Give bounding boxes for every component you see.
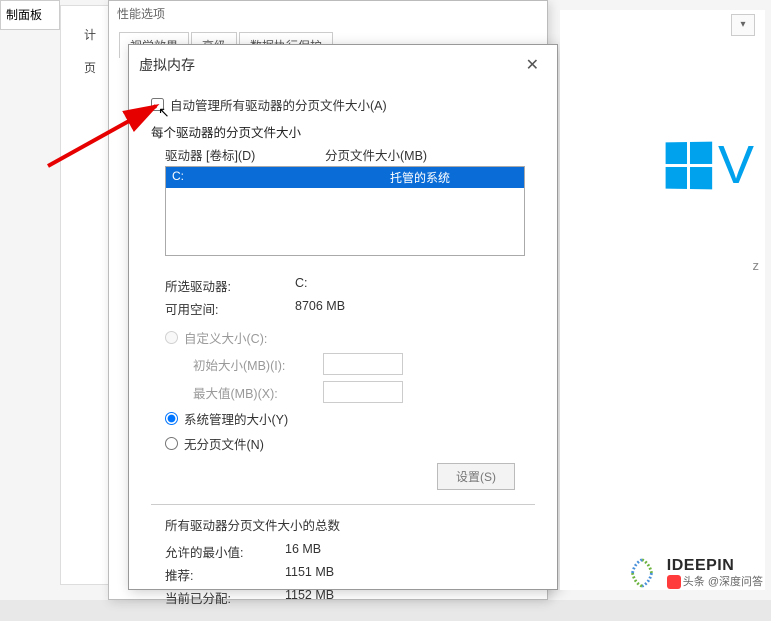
custom-size-label: 自定义大小(C): [184, 328, 267, 347]
col-size-header: 分页文件大小(MB) [325, 145, 427, 164]
watermark: IDEEPIN 头条 @深度问答 [623, 554, 763, 592]
drive-listbox[interactable]: C: 托管的系统 [165, 166, 525, 256]
set-button[interactable]: 设置(S) [437, 463, 515, 490]
system-managed-radio[interactable] [165, 412, 178, 425]
virtual-memory-dialog: 虚拟内存 ✕ 自动管理所有驱动器的分页文件大小(A) ↖ 每个驱动器的分页文件大… [128, 44, 558, 590]
z-mark: z [753, 258, 760, 273]
selected-drive-value: C: [295, 276, 308, 295]
max-size-input[interactable] [323, 381, 403, 403]
right-background: ▾ V z [560, 10, 765, 590]
divider [151, 504, 535, 505]
windows-logo: V [665, 125, 771, 205]
drive-row-selected[interactable]: C: 托管的系统 [166, 167, 524, 188]
min-label: 允许的最小值: [165, 542, 285, 561]
toutiao-icon [667, 575, 681, 589]
cur-value: 1152 MB [285, 588, 334, 607]
selected-drive-label: 所选驱动器: [165, 276, 295, 295]
max-size-label: 最大值(MB)(X): [193, 383, 323, 402]
available-space-label: 可用空间: [165, 299, 295, 318]
initial-size-input[interactable] [323, 353, 403, 375]
dialog-title: 虚拟内存 [139, 55, 195, 75]
rec-value: 1151 MB [285, 565, 334, 584]
bg-dialog-header: 性能选项 [109, 1, 547, 26]
system-managed-label: 系统管理的大小(Y) [184, 409, 288, 428]
dropdown-icon[interactable]: ▾ [731, 14, 755, 36]
min-value: 16 MB [285, 542, 321, 561]
cur-label: 当前已分配: [165, 588, 285, 607]
section-label: 每个驱动器的分页文件大小 [151, 122, 535, 141]
totals-title: 所有驱动器分页文件大小的总数 [165, 515, 535, 534]
drive-letter: C: [172, 169, 322, 186]
drive-status: 托管的系统 [322, 169, 518, 186]
watermark-sub: 头条 @深度问答 [667, 575, 763, 589]
windows-v: V [718, 134, 754, 196]
close-icon[interactable]: ✕ [518, 53, 547, 77]
auto-manage-label: 自动管理所有驱动器的分页文件大小(A) [170, 95, 387, 114]
available-space-value: 8706 MB [295, 299, 345, 318]
watermark-brand: IDEEPIN [667, 557, 763, 575]
custom-size-radio[interactable] [165, 331, 178, 344]
watermark-logo-icon [623, 554, 661, 592]
no-paging-radio[interactable] [165, 437, 178, 450]
rec-label: 推荐: [165, 565, 285, 584]
control-panel-bg: 制面板 [0, 0, 60, 30]
col-drive-header: 驱动器 [卷标](D) [165, 145, 325, 164]
no-paging-label: 无分页文件(N) [184, 434, 264, 453]
auto-manage-checkbox[interactable] [151, 98, 164, 111]
initial-size-label: 初始大小(MB)(I): [193, 355, 323, 374]
